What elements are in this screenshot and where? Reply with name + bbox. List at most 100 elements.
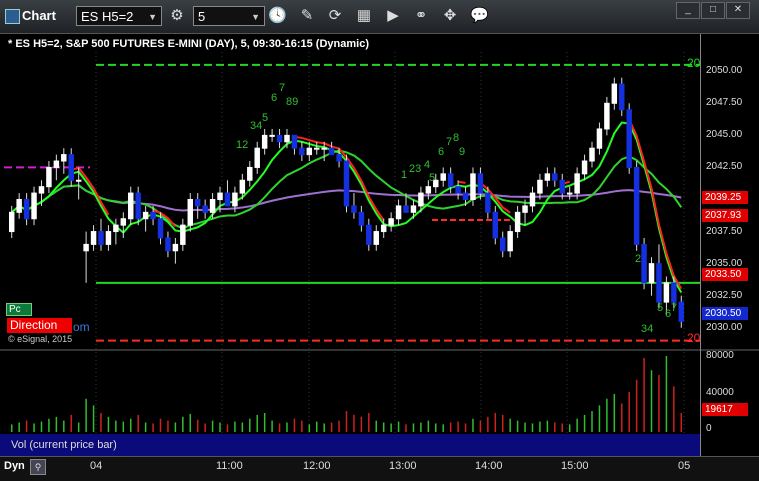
candle-body — [589, 147, 595, 162]
candle-body — [239, 179, 246, 194]
candle-body — [395, 205, 402, 220]
volume-tick-label: 40000 — [706, 387, 734, 398]
candle-body — [626, 109, 632, 168]
clock-icon[interactable]: 🕓 — [268, 7, 287, 25]
window-title: Chart — [22, 8, 56, 23]
candle-body — [552, 173, 558, 181]
sequence-count-label: 8 — [453, 132, 460, 144]
link-icon[interactable]: ⚭ — [412, 7, 430, 25]
sequence-count-label: 7 — [671, 302, 678, 314]
price-tick-label: 2045.00 — [706, 129, 743, 141]
candle-body — [68, 154, 74, 181]
candle-body — [8, 211, 15, 233]
candle-body — [485, 192, 491, 213]
minimize-button[interactable]: _ — [676, 2, 700, 19]
fast-ma-line — [11, 121, 683, 293]
tool-icon[interactable]: ✥ — [441, 7, 459, 25]
dynamic-scale-icon[interactable]: ⚲ — [30, 459, 46, 475]
down-trend-line — [479, 182, 511, 214]
interval-input[interactable]: 5 ▼ — [193, 6, 265, 26]
candle-body — [284, 134, 290, 143]
sequence-count-label: 6 — [438, 146, 445, 158]
pencil-icon[interactable]: ✎ — [298, 7, 316, 25]
current-volume-label: 19617 — [702, 403, 748, 416]
candle-body — [98, 231, 104, 245]
formula-icon[interactable]: ▦ — [355, 7, 373, 25]
candle-body — [343, 160, 350, 207]
candle-body — [261, 134, 268, 149]
time-tick-label: 05 — [678, 460, 691, 472]
direction-label: Direction — [7, 318, 72, 333]
candle-body — [336, 154, 342, 162]
candle-body — [314, 147, 320, 150]
chart-app-icon — [5, 9, 20, 24]
candle-body — [619, 83, 625, 111]
chart-header: * ES H5=2, S&P 500 FUTURES E-MINI (DAY),… — [8, 38, 369, 50]
candle-body — [380, 224, 387, 233]
candle-body — [194, 199, 201, 207]
candle-body — [180, 224, 186, 245]
sequence-count-label: 9 — [459, 146, 466, 158]
candle-body — [529, 192, 536, 207]
candle-body — [633, 166, 640, 245]
sequence-count-label: 2 — [635, 253, 642, 265]
price-chart[interactable] — [0, 0, 759, 480]
candle-body — [105, 231, 112, 245]
link-gear-icon[interactable]: ⚙ — [168, 7, 186, 25]
dyn-label[interactable]: Dyn — [4, 460, 25, 472]
sequence-count-label: 5 — [429, 172, 436, 184]
candle-body — [663, 282, 670, 303]
candle-body — [648, 263, 655, 284]
candle-body — [232, 192, 238, 207]
candle-body — [418, 192, 424, 207]
candle-body — [641, 243, 647, 284]
sequence-count-label: 23 — [409, 163, 422, 175]
candle-body — [678, 301, 685, 322]
candle-body — [596, 128, 603, 149]
candle-body — [299, 147, 305, 156]
time-tick-label: 12:00 — [303, 460, 331, 472]
candle-body — [120, 218, 127, 226]
candle-body — [90, 231, 97, 245]
candle-body — [499, 237, 506, 252]
line-edge-label: 20 — [687, 331, 701, 345]
candle-body — [514, 211, 521, 233]
time-tick-label: 04 — [90, 460, 103, 472]
price-tick-label: 2032.50 — [706, 289, 743, 301]
pc-label: Pc — [6, 303, 32, 316]
candle-body — [31, 192, 37, 220]
candle-body — [351, 205, 357, 213]
refresh-icon[interactable]: ⟳ — [326, 7, 344, 25]
candle-body — [53, 160, 60, 168]
price-marker-label: 2033.50 — [702, 268, 748, 281]
sequence-count-label: 6 — [271, 92, 278, 104]
candle-body — [447, 173, 454, 188]
close-button[interactable]: ✕ — [726, 2, 750, 19]
chevron-down-icon[interactable]: ▼ — [251, 7, 260, 27]
candle-body — [157, 218, 164, 239]
candle-body — [291, 134, 298, 149]
sequence-count-label: 7 — [279, 82, 286, 94]
sequence-count-label: 12 — [236, 139, 249, 151]
play-icon[interactable]: ▶ — [384, 7, 402, 25]
chevron-down-icon[interactable]: ▼ — [148, 7, 157, 27]
candle-body — [477, 173, 484, 194]
maximize-button[interactable]: □ — [701, 2, 725, 19]
candle-body — [75, 179, 82, 182]
symbol-input[interactable]: ES H5=2 ▼ — [76, 6, 162, 26]
time-tick-label: 15:00 — [561, 460, 589, 472]
down-trend-line — [457, 180, 466, 184]
candle-body — [328, 147, 335, 156]
candle-body — [135, 192, 141, 220]
candle-body — [113, 224, 119, 233]
candle-body — [366, 224, 372, 245]
comment-icon[interactable]: 💬 — [470, 7, 489, 25]
sequence-count-label: 34 — [250, 120, 263, 132]
candle-body — [522, 205, 528, 213]
volume-tick-label: 80000 — [706, 350, 734, 361]
candle-body — [656, 263, 662, 303]
candle-body — [187, 199, 194, 226]
down-trend-line — [152, 209, 177, 228]
sequence-count-label: 4 — [424, 159, 431, 171]
candle-body — [358, 211, 365, 226]
